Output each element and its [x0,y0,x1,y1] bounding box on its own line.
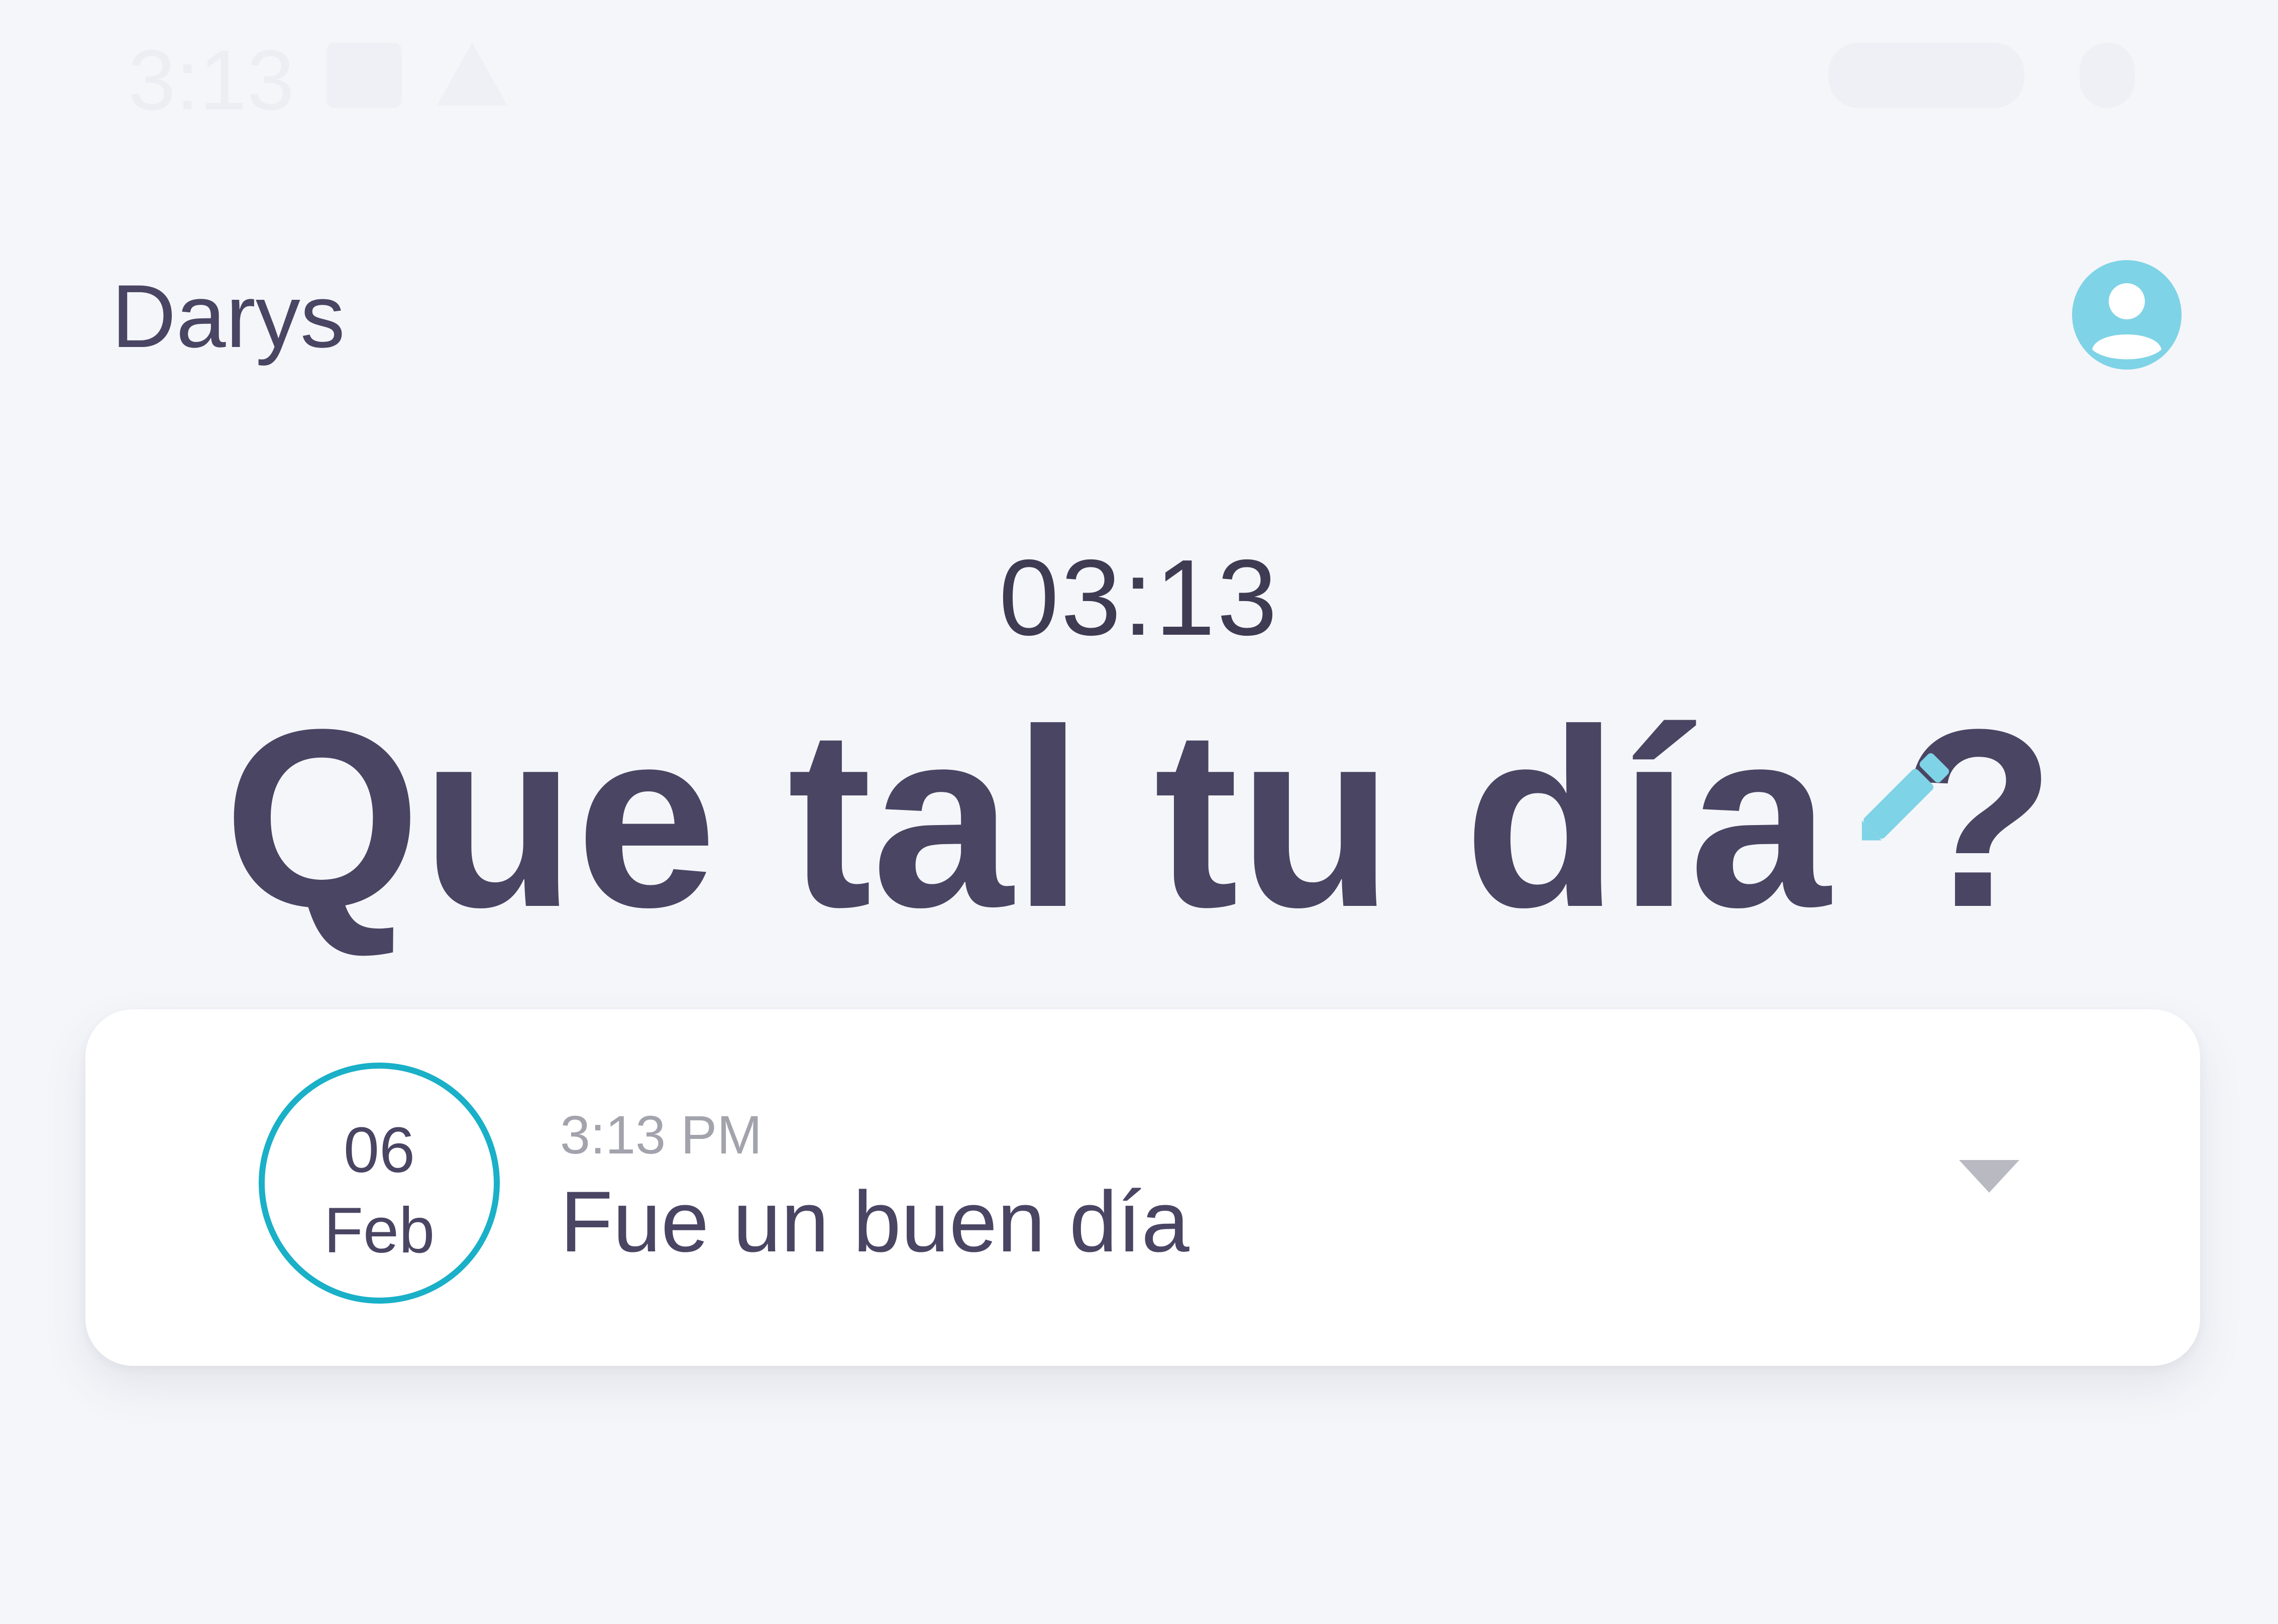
entry-day: 06 [343,1114,415,1186]
app-screen: 3:13 Darys 03:13 Que tal tu día ? 06 Feb… [0,0,2278,1624]
account-circle-icon [2092,283,2161,360]
entry-time: 3:13 PM [560,1104,763,1165]
page-title: Que tal tu día ? [224,677,2056,960]
entry-card[interactable]: 06 Feb 3:13 PM Fue un buen día [85,1009,2200,1366]
calendar-icon [327,43,402,108]
expand-button[interactable] [1949,1145,2029,1205]
profile-button[interactable] [2072,260,2182,370]
edit-button[interactable] [1843,738,1964,859]
entry-text: Fue un buen día [560,1174,1189,1270]
entry-month: Feb [323,1195,435,1266]
status-time: 3:13 [128,33,294,128]
status-bar: 3:13 [0,0,2278,151]
date-badge: 06 Feb [259,1063,500,1304]
chevron-down-icon [1959,1160,2019,1193]
clock-display: 03:13 [999,537,1279,658]
battery-icon [2080,43,2135,108]
pencil-icon [1862,753,1949,841]
wifi-icon [1828,43,2024,108]
user-name: Darys [112,266,345,366]
warning-icon [437,43,507,105]
